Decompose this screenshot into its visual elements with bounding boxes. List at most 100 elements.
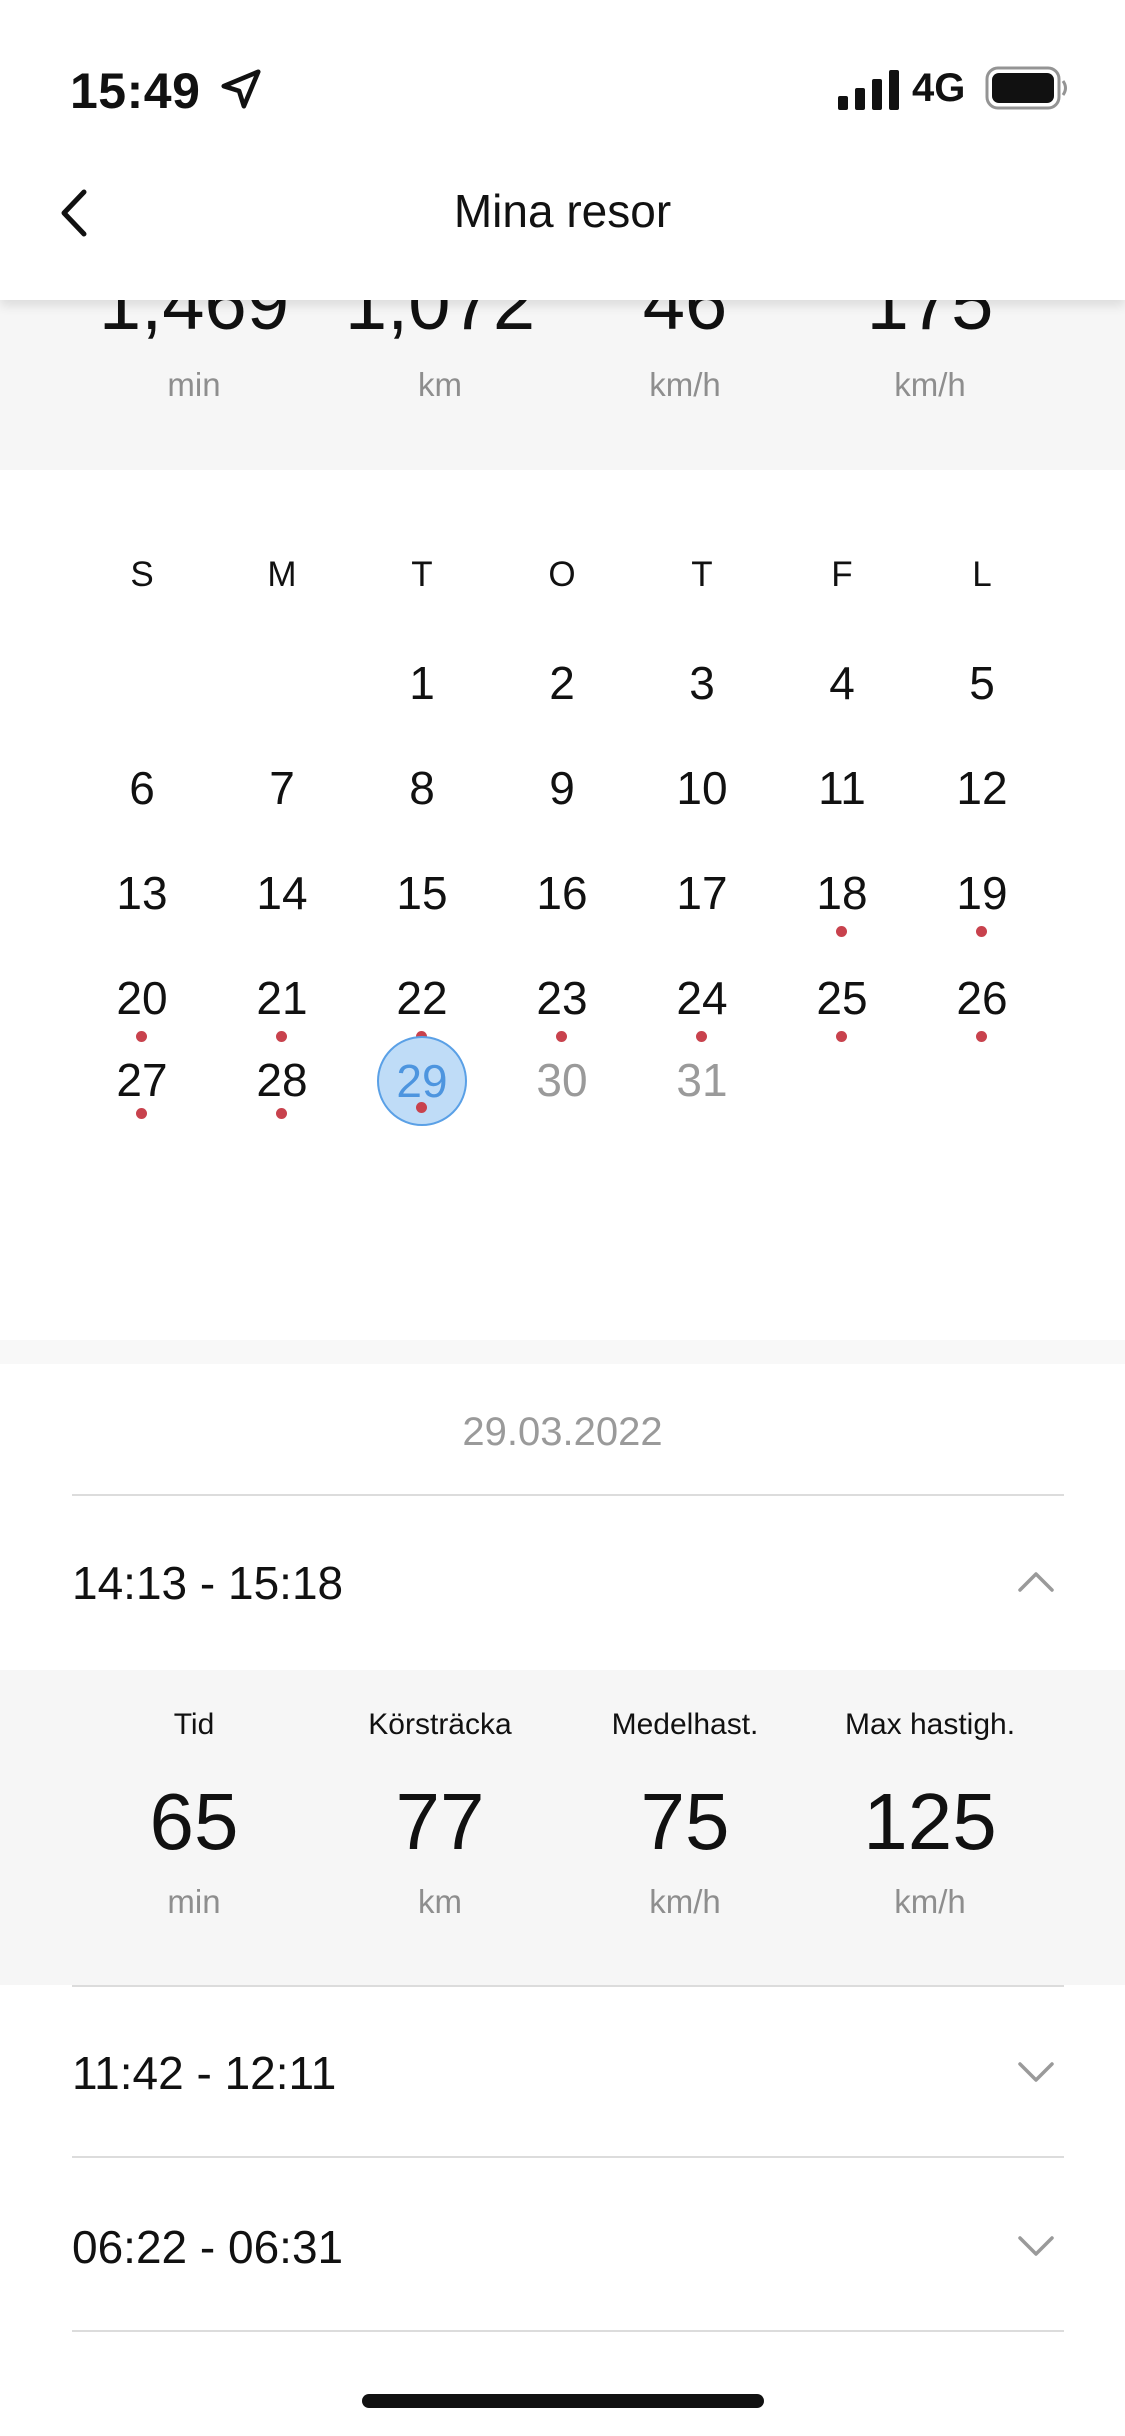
weekday-label: L [972, 555, 992, 594]
detail-label: Medelhast. [611, 1708, 759, 1741]
day-number: 8 [409, 762, 435, 814]
calendar-day-27[interactable]: 27 [72, 1035, 212, 1125]
network-type: 4G [912, 66, 966, 110]
trip-row[interactable]: 11:42 - 12:11 [0, 2010, 1125, 2130]
detail-label: Max hastigh. [844, 1708, 1016, 1741]
calendar-day-10[interactable]: 10 [632, 743, 772, 833]
calendar-day-16[interactable]: 16 [492, 848, 632, 938]
trip-row-expanded[interactable]: 14:13 - 15:18 [0, 1520, 1125, 1640]
divider [72, 1494, 1064, 1496]
day-number: 30 [536, 1054, 588, 1106]
calendar-day-25[interactable]: 25 [772, 953, 912, 1043]
battery-icon [985, 66, 1067, 110]
chevron-down-icon[interactable] [1014, 2054, 1058, 2090]
trip-indicator-dot [976, 1031, 987, 1042]
signal-bars-icon [838, 70, 899, 110]
calendar-day-12[interactable]: 12 [912, 743, 1052, 833]
calendar-day-14[interactable]: 14 [212, 848, 352, 938]
day-number: 31 [676, 1054, 728, 1106]
summary-unit: km/h [649, 366, 721, 403]
calendar-day-4[interactable]: 4 [772, 638, 912, 728]
day-number: 6 [129, 762, 155, 814]
trip-time-range: 11:42 - 12:11 [72, 2047, 337, 2099]
day-number: 1 [409, 657, 435, 709]
calendar-day-20[interactable]: 20 [72, 953, 212, 1043]
calendar-day-24[interactable]: 24 [632, 953, 772, 1043]
summary-unit: km [418, 366, 462, 403]
location-arrow-icon [221, 69, 261, 109]
calendar-day-26[interactable]: 26 [912, 953, 1052, 1043]
detail-value: 65 [149, 1777, 239, 1866]
detail-label: Tid [173, 1708, 215, 1741]
calendar-day-29-selected[interactable]: 29 [352, 1036, 492, 1126]
calendar-day-21[interactable]: 21 [212, 953, 352, 1043]
weekday-label: T [691, 555, 713, 594]
chevron-up-icon[interactable] [1014, 1564, 1058, 1600]
day-number: 23 [536, 972, 588, 1024]
detail-unit: km/h [894, 1883, 966, 1920]
trip-time-range: 14:13 - 15:18 [72, 1557, 344, 1609]
calendar-day-13[interactable]: 13 [72, 848, 212, 938]
home-indicator[interactable] [362, 2394, 764, 2408]
section-separator [0, 1340, 1125, 1364]
trip-indicator-dot [836, 1031, 847, 1042]
day-number: 20 [116, 972, 168, 1024]
detail-value: 75 [640, 1777, 730, 1866]
calendar-day-3[interactable]: 3 [632, 638, 772, 728]
trip-indicator-dot [416, 1102, 427, 1113]
day-number: 2 [549, 657, 575, 709]
calendar-day-22[interactable]: 22 [352, 953, 492, 1043]
day-number: 24 [676, 972, 728, 1024]
day-number: 4 [829, 657, 855, 709]
calendar-day-5[interactable]: 5 [912, 638, 1052, 728]
calendar-day-17[interactable]: 17 [632, 848, 772, 938]
divider [72, 2330, 1064, 2332]
day-number: 9 [549, 762, 575, 814]
summary-unit: km/h [894, 366, 966, 403]
status-time: 15:49 [70, 63, 201, 119]
divider [72, 2156, 1064, 2158]
calendar-day-19[interactable]: 19 [912, 848, 1052, 938]
day-number: 18 [816, 867, 868, 919]
calendar-day-15[interactable]: 15 [352, 848, 492, 938]
detail-label: Körsträcka [368, 1708, 512, 1741]
calendar-day-31[interactable]: 31 [632, 1035, 772, 1125]
calendar-day-23[interactable]: 23 [492, 953, 632, 1043]
day-number: 28 [256, 1054, 308, 1106]
detail-value: 125 [863, 1777, 997, 1866]
day-number: 12 [956, 762, 1008, 814]
day-number: 26 [956, 972, 1008, 1024]
trip-indicator-dot [136, 1108, 147, 1119]
calendar-day-2[interactable]: 2 [492, 638, 632, 728]
day-number: 14 [256, 867, 308, 919]
detail-unit: km [418, 1883, 462, 1920]
weekday-label: O [548, 555, 576, 594]
day-number: 22 [396, 972, 448, 1024]
top-bar: 15:49 4G Mina resor [0, 0, 1125, 300]
calendar-day-8[interactable]: 8 [352, 743, 492, 833]
summary-unit: min [167, 366, 221, 403]
calendar-day-11[interactable]: 11 [772, 743, 912, 833]
calendar-day-28[interactable]: 28 [212, 1035, 352, 1125]
day-number: 10 [676, 762, 728, 814]
calendar-day-9[interactable]: 9 [492, 743, 632, 833]
divider [72, 1985, 1064, 1987]
calendar-day-7[interactable]: 7 [212, 743, 352, 833]
trip-indicator-dot [976, 926, 987, 937]
page-title: Mina resor [453, 185, 672, 237]
day-number: 5 [969, 657, 995, 709]
calendar-day-1[interactable]: 1 [352, 638, 492, 728]
weekday-label: S [130, 555, 154, 594]
calendar-day-18[interactable]: 18 [772, 848, 912, 938]
day-number: 17 [676, 867, 728, 919]
chevron-down-icon[interactable] [1014, 2228, 1058, 2264]
weekday-label: T [411, 555, 433, 594]
day-number: 11 [818, 762, 866, 814]
selected-date: 29.03.2022 [462, 1410, 663, 1454]
trip-indicator-dot [276, 1108, 287, 1119]
calendar-day-30[interactable]: 30 [492, 1035, 632, 1125]
trip-indicator-dot [836, 926, 847, 937]
trip-row[interactable]: 06:22 - 06:31 [0, 2184, 1125, 2304]
day-number: 13 [116, 867, 168, 919]
calendar-day-6[interactable]: 6 [72, 743, 212, 833]
